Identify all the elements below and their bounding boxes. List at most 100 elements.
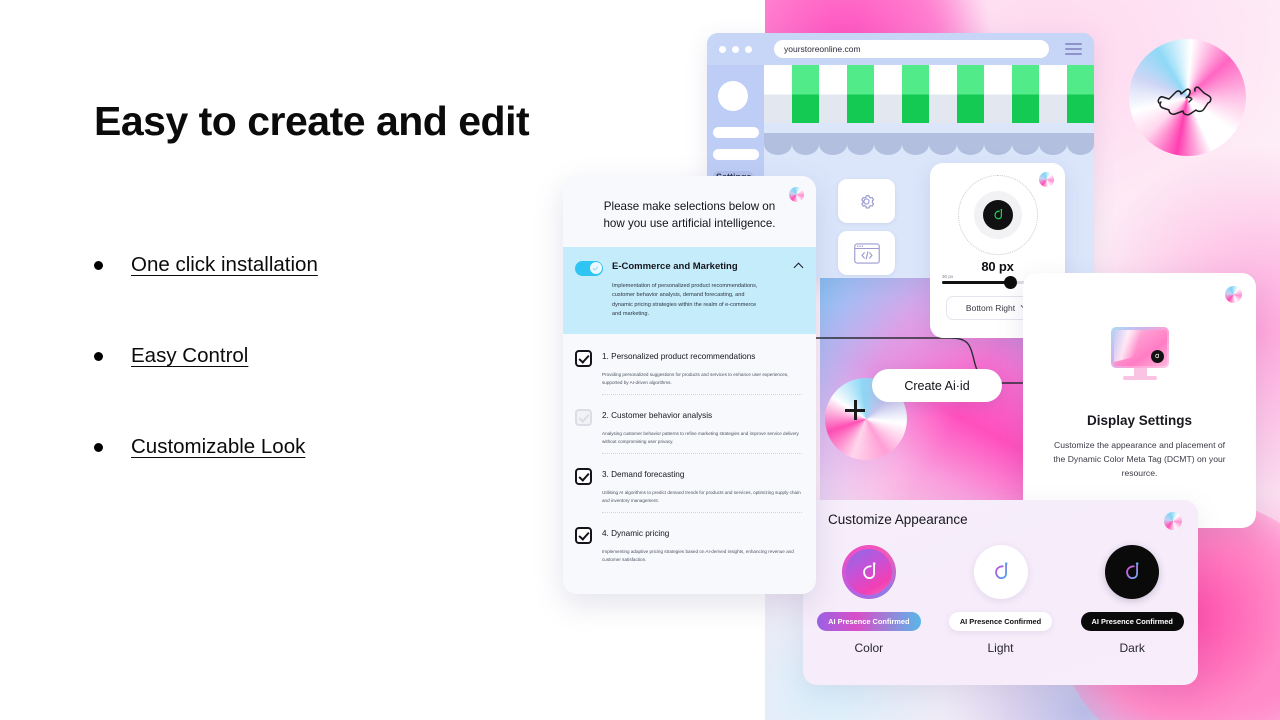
ai-heading-line-1: Please make selections below on (603, 200, 776, 213)
divider (602, 394, 802, 396)
appearance-option-label: Dark (1119, 641, 1145, 655)
hamburger-icon[interactable] (1065, 42, 1082, 56)
divider (602, 453, 802, 455)
ai-category-title: E-Commerce and Marketing (612, 260, 738, 272)
sidebar-placeholder-line (713, 127, 759, 138)
appearance-swatch-color[interactable] (841, 545, 896, 599)
badge-size-preview (958, 175, 1038, 255)
alpha-glyph-icon (1126, 562, 1139, 580)
status-badge: AI Presence Confirmed (817, 612, 921, 631)
list-item: One click installation (94, 248, 614, 282)
list-item[interactable]: 3. Demand forecasting Utilising AI algor… (575, 462, 802, 521)
window-dot-icon (732, 45, 739, 53)
gradient-sphere-handshake (1129, 39, 1246, 156)
appearance-swatch-dark[interactable] (1105, 545, 1160, 599)
alpha-glyph-icon (1155, 353, 1159, 359)
address-bar-text: yourstoreonline.com (784, 44, 861, 54)
status-badge: AI Presence Confirmed (1080, 612, 1184, 631)
feature-label: Easy Control (131, 344, 249, 367)
divider (602, 512, 802, 514)
monitor-icon (1111, 327, 1169, 383)
ai-category-ecommerce[interactable]: E-Commerce and Marketing Implementation … (563, 246, 816, 335)
alpha-glyph-icon (994, 562, 1007, 580)
option-description: Analysing customer behavior patterns to … (602, 431, 799, 445)
slider-fill (942, 281, 1011, 284)
ai-id-logo-icon (983, 200, 1013, 230)
option-checkbox[interactable] (575, 527, 592, 545)
store-awning (764, 65, 1094, 135)
list-item[interactable]: 4. Dynamic pricing Implementing adaptive… (575, 521, 802, 572)
ai-selections-card: Please make selections below on how you … (563, 176, 816, 594)
bullet-dot-icon (94, 351, 103, 361)
page-title: Easy to create and edit (94, 98, 530, 144)
bullet-dot-icon (94, 260, 103, 270)
customize-appearance-title: Customize Appearance (828, 512, 968, 527)
option-title: 4. Dynamic pricing (602, 529, 670, 539)
ecommerce-toggle[interactable] (575, 260, 603, 276)
awning-shadow (764, 133, 1094, 155)
position-dropdown-value: Bottom Right (965, 303, 1016, 313)
option-title: 3. Demand forecasting (602, 470, 685, 480)
ai-category-description: Implementation of personalized product r… (612, 282, 758, 318)
feature-list: One click installation Easy Control Cust… (94, 248, 614, 521)
display-settings-title: Display Settings (1086, 413, 1193, 428)
option-checkbox[interactable] (575, 409, 592, 427)
list-item[interactable]: 2. Customer behavior analysis Analysing … (575, 403, 802, 462)
option-checkbox[interactable] (575, 350, 592, 368)
option-description: Implementing adaptive pricing strategies… (602, 549, 794, 563)
appearance-option-dark[interactable]: AI Presence Confirmed Dark (1066, 545, 1198, 655)
appearance-option-color[interactable]: AI Presence Confirmed Color (803, 545, 935, 655)
ai-card-heading: Please make selections below on how you … (563, 176, 816, 247)
bullet-dot-icon (94, 442, 103, 452)
customize-appearance-card: Customize Appearance AI Presence Confirm… (803, 500, 1198, 685)
brand-logo-icon (789, 187, 804, 202)
avatar (718, 81, 748, 111)
embed-code-button[interactable] (838, 231, 895, 275)
sidebar-placeholder-line (713, 149, 759, 160)
ai-heading-line-2: how you use artificial intelligence. (603, 216, 776, 230)
code-window-icon (853, 242, 880, 264)
slider-value-label: 80 px (981, 259, 1014, 274)
settings-gear-button[interactable] (838, 179, 895, 223)
option-title: 2. Customer behavior analysis (602, 411, 713, 421)
create-ai-id-button[interactable]: Create Ai·id (872, 369, 1002, 402)
window-dot-icon (745, 45, 752, 53)
plus-icon (845, 400, 865, 420)
create-ai-id-label: Create Ai·id (904, 378, 970, 393)
option-checkbox[interactable] (575, 468, 592, 486)
alpha-glyph-icon (862, 562, 876, 580)
display-settings-description: Customize the appearance and placement o… (1053, 440, 1226, 478)
window-controls (719, 45, 752, 53)
list-item: Customizable Look (94, 430, 614, 464)
appearance-option-light[interactable]: AI Presence Confirmed Light (935, 545, 1067, 655)
toggle-knob (589, 262, 602, 275)
list-item: Easy Control (94, 339, 614, 373)
window-dot-icon (719, 45, 726, 53)
chevron-up-icon[interactable] (793, 262, 804, 273)
brand-logo-icon (1225, 286, 1242, 303)
awning-scallops (764, 111, 1094, 135)
address-bar[interactable]: yourstoreonline.com (774, 40, 1049, 58)
check-icon (592, 266, 599, 271)
slider-thumb[interactable] (1004, 276, 1018, 289)
feature-label: Customizable Look (131, 435, 306, 458)
display-settings-card: Display Settings Customize the appearanc… (1023, 273, 1256, 528)
gear-icon (861, 194, 875, 209)
fist-bump-icon (1157, 86, 1212, 116)
brand-logo-icon (1164, 512, 1182, 530)
appearance-option-label: Light (987, 641, 1014, 655)
browser-toolbar: yourstoreonline.com (707, 33, 1094, 65)
appearance-swatch-light[interactable] (973, 545, 1028, 599)
option-description: Utilising AI algorithms to predict deman… (602, 490, 801, 504)
appearance-options: AI Presence Confirmed Color AI Presence … (803, 545, 1198, 655)
appearance-option-label: Color (854, 641, 884, 655)
feature-label: One click installation (131, 253, 318, 276)
option-description: Providing personalized suggestions for p… (602, 372, 789, 386)
brand-logo-icon (1039, 172, 1054, 187)
list-item[interactable]: 1. Personalized product recommendations … (575, 344, 802, 403)
slider-min-label: 30 px (942, 274, 954, 279)
status-badge: AI Presence Confirmed (948, 612, 1053, 631)
ai-id-badge-icon (1150, 349, 1164, 363)
option-title: 1. Personalized product recommendations (602, 352, 756, 362)
ai-options-list: 1. Personalized product recommendations … (563, 334, 816, 572)
